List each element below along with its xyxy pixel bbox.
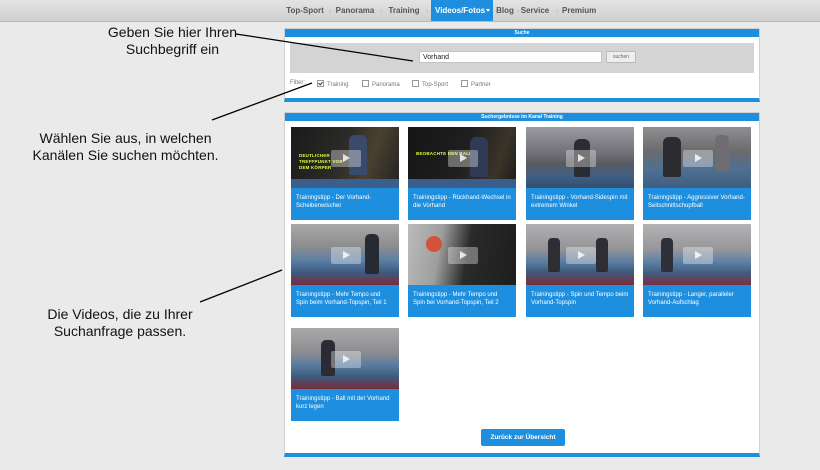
annotation-arrow-results: [199, 269, 283, 303]
video-card[interactable]: Trainingstipp - Mehr Tempo und Spin beim…: [291, 224, 399, 317]
video-thumbnail[interactable]: [526, 127, 634, 188]
nav-item-training[interactable]: Training: [385, 0, 423, 21]
play-icon[interactable]: [683, 150, 713, 167]
annotation-results-hint: Die Videos, die zu Ihrer Suchanfrage pas…: [47, 306, 193, 339]
play-icon[interactable]: [331, 247, 361, 264]
checkbox-icon[interactable]: [412, 80, 419, 87]
play-icon[interactable]: [448, 247, 478, 264]
video-card[interactable]: Trainingstipp - Ball mit der Vorhand kur…: [291, 328, 399, 421]
play-icon[interactable]: [448, 150, 478, 167]
play-icon[interactable]: [331, 351, 361, 368]
video-title[interactable]: Trainingstipp - Vorhand-Sidespin mit ext…: [526, 188, 634, 220]
nav-separator: ›: [556, 8, 559, 15]
video-title[interactable]: Trainingstipp - Mehr Tempo und Spin beim…: [291, 285, 399, 317]
top-navigation: Top-Sport › Panorama › Training › Videos…: [0, 0, 820, 22]
search-panel-header: Suche: [285, 29, 759, 37]
play-icon[interactable]: [331, 150, 361, 167]
search-button[interactable]: suchen: [606, 51, 636, 63]
back-to-overview-button[interactable]: Zurück zur Übersicht: [481, 429, 565, 446]
checkbox-icon[interactable]: [362, 80, 369, 87]
filter-panorama-label: Panorama: [372, 82, 400, 88]
annotation-filter-hint: Wählen Sie aus, in welchen Kanälen Sie s…: [32, 130, 219, 163]
video-title[interactable]: Trainingstipp - Der Vorhand-Scheibenwisc…: [291, 188, 399, 220]
nav-separator: ›: [426, 8, 429, 15]
nav-item-premium[interactable]: Premium: [562, 0, 596, 21]
nav-item-panorama[interactable]: Panorama: [334, 0, 376, 21]
video-title[interactable]: Trainingstipp - Ball mit der Vorhand kur…: [291, 389, 399, 421]
video-thumbnail[interactable]: BEOBACHTE DEN BALL: [408, 127, 516, 188]
nav-item-blog[interactable]: Blog: [494, 0, 516, 21]
filter-partner[interactable]: Partner: [461, 80, 491, 88]
video-card[interactable]: BEOBACHTE DEN BALL Trainingstipp - Rückh…: [408, 127, 516, 220]
video-card[interactable]: Trainingstipp - Aggressiver Vorhand-Seit…: [643, 127, 751, 220]
filter-partner-label: Partner: [471, 82, 491, 88]
video-thumbnail[interactable]: [526, 224, 634, 285]
play-icon[interactable]: [566, 247, 596, 264]
results-panel: Suchergebnisse im Kanal Training DEUTLIC…: [284, 112, 760, 457]
checkbox-icon[interactable]: [461, 80, 468, 87]
filter-top-sport-label: Top-Sport: [422, 82, 449, 88]
video-title[interactable]: Trainingstipp - Spin und Tempo beim Vorh…: [526, 285, 634, 317]
video-thumbnail[interactable]: [643, 224, 751, 285]
video-card[interactable]: Trainingstipp - Vorhand-Sidespin mit ext…: [526, 127, 634, 220]
video-title[interactable]: Trainingstipp - Mehr Tempo und Spin bei …: [408, 285, 516, 317]
filter-training-label: Training: [327, 82, 349, 88]
nav-item-service[interactable]: Service: [520, 0, 550, 21]
video-card[interactable]: Trainingstipp - Langer, paralleler Vorha…: [643, 224, 751, 317]
video-thumbnail[interactable]: [643, 127, 751, 188]
video-title[interactable]: Trainingstipp - Rückhand-Wechsel in die …: [408, 188, 516, 220]
filter-training[interactable]: Training: [317, 80, 348, 88]
play-icon[interactable]: [683, 247, 713, 264]
video-card[interactable]: Trainingstipp - Mehr Tempo und Spin bei …: [408, 224, 516, 317]
video-title[interactable]: Trainingstipp - Aggressiver Vorhand-Seit…: [643, 188, 751, 220]
filter-top-sport[interactable]: Top-Sport: [412, 80, 448, 88]
nav-separator: ›: [380, 8, 383, 15]
search-box: Vorhand suchen: [290, 43, 754, 73]
filter-panorama[interactable]: Panorama: [362, 80, 400, 88]
nav-item-top-sport[interactable]: Top-Sport: [283, 0, 327, 21]
video-card[interactable]: Trainingstipp - Spin und Tempo beim Vorh…: [526, 224, 634, 317]
search-input[interactable]: Vorhand: [419, 51, 602, 63]
filter-label: Filter:: [290, 80, 305, 86]
video-thumbnail[interactable]: DEUTLICHER TREFFPUNKT VOR DEM KÖRPER: [291, 127, 399, 188]
video-title[interactable]: Trainingstipp - Langer, paralleler Vorha…: [643, 285, 751, 317]
play-icon[interactable]: [566, 150, 596, 167]
video-thumbnail[interactable]: [291, 224, 399, 285]
video-thumbnail[interactable]: [291, 328, 399, 389]
nav-item-label: Videos/Fotos: [435, 6, 486, 15]
nav-separator: ›: [517, 8, 520, 15]
checkbox-checked-icon[interactable]: [317, 80, 324, 87]
results-panel-header: Suchergebnisse im Kanal Training: [285, 113, 759, 121]
search-panel: Suche Vorhand suchen Filter: Training Pa…: [284, 28, 760, 102]
dropdown-arrow-icon: [486, 9, 490, 12]
video-card[interactable]: DEUTLICHER TREFFPUNKT VOR DEM KÖRPER Tra…: [291, 127, 399, 220]
annotation-search-hint: Geben Sie hier Ihren Suchbegriff ein: [107, 24, 238, 57]
nav-item-videos-fotos[interactable]: Videos/Fotos: [431, 0, 493, 21]
video-thumbnail[interactable]: [408, 224, 516, 285]
nav-separator: ›: [329, 8, 332, 15]
